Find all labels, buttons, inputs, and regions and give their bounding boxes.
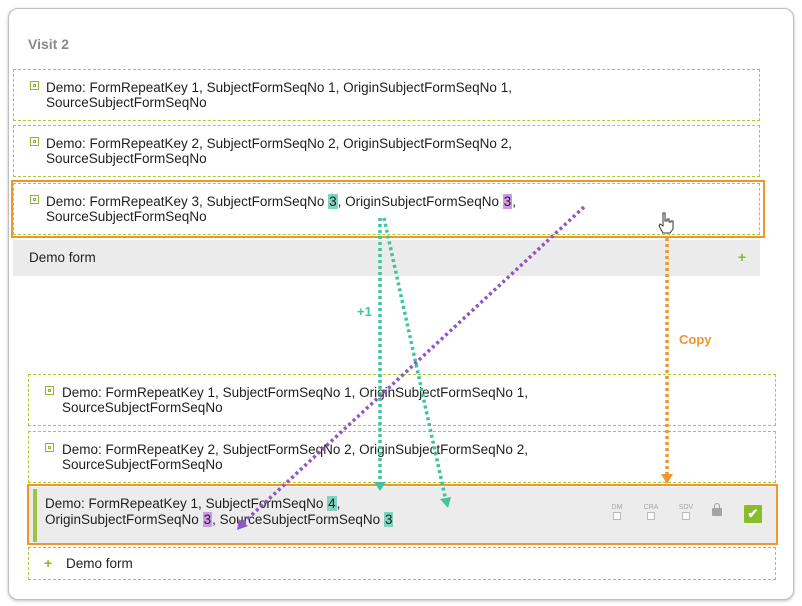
source-arrow-head — [440, 497, 451, 508]
hand-cursor-icon — [658, 212, 674, 234]
copy-annotation: Copy — [679, 332, 712, 347]
annotation-arrows — [237, 205, 673, 530]
source-arrow — [382, 217, 448, 502]
increment-annotation: +1 — [357, 304, 372, 319]
copy-arrow-head — [661, 474, 673, 484]
origin-arrow — [241, 205, 586, 525]
origin-arrow-head — [237, 519, 248, 530]
increment-arrow-head — [374, 482, 386, 491]
